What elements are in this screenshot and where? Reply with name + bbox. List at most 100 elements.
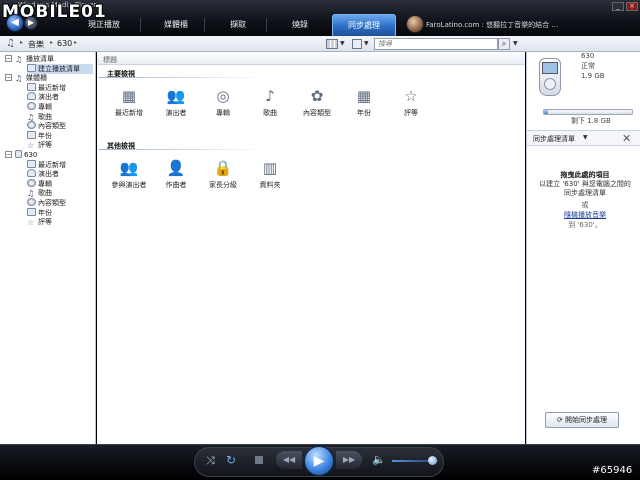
collapse-toggle-icon[interactable]: − [5, 151, 12, 158]
chevron-down-icon[interactable]: ▼ [364, 40, 369, 47]
clear-list-icon[interactable]: ✕ [622, 132, 631, 145]
view-tile[interactable]: ✿ 內容類型 [293, 86, 341, 122]
repeat-icon[interactable]: ↻ [226, 453, 236, 467]
section-divider [99, 77, 267, 78]
tree-item[interactable]: ☆ 評等 [27, 217, 93, 227]
tree-item[interactable]: 內容類型 [27, 121, 93, 131]
tree-item[interactable]: 演出者 [27, 92, 93, 102]
back-button[interactable]: ◀ [6, 14, 24, 32]
chevron-down-icon[interactable]: ▼ [583, 134, 588, 141]
tab-rip[interactable]: 擷取 [206, 14, 270, 36]
minimize-button[interactable]: _ [612, 2, 624, 11]
stop-button[interactable] [255, 456, 263, 464]
breadcrumb-device[interactable]: 630 [57, 39, 72, 48]
view-tile-label: 專輯 [216, 109, 230, 117]
tree-item-label: 歌曲 [38, 112, 52, 121]
tree-item[interactable]: ☆ 評等 [27, 140, 93, 150]
column-header[interactable]: 標題 [97, 54, 525, 65]
view-tile[interactable]: ▦ 年份 [340, 86, 388, 122]
tab-sync[interactable]: 同步處理 [332, 14, 396, 36]
start-sync-button[interactable]: ⟳ 開始同步處理 [545, 412, 619, 428]
device-capacity: 1.9 GB [581, 72, 605, 80]
forward-button[interactable]: ▶ [24, 16, 38, 30]
search-icon[interactable]: ⌕ [498, 38, 510, 50]
tree-item[interactable]: ♫ 歌曲 [27, 112, 93, 122]
shuffle-target-text: 到 '630'。 [568, 221, 602, 229]
chevron-right-icon[interactable]: ▸ [50, 39, 53, 46]
view-tile[interactable]: ◎ 專輯 [199, 86, 247, 122]
tab-burn[interactable]: 燒錄 [268, 14, 332, 36]
tab-online-store[interactable]: FaroLatino.com : 悠聽拉丁音樂的結合 ... [404, 14, 584, 36]
view-tile[interactable]: ☆ 評等 [387, 86, 435, 122]
parental-rating-icon: 🔒 [213, 159, 233, 177]
section-divider [99, 149, 267, 150]
playlist-icon [27, 63, 36, 72]
view-tile[interactable]: 🔒 家長分級 [199, 158, 247, 194]
disc-icon [27, 102, 36, 110]
shuffle-icon[interactable]: ⤨ [206, 454, 215, 468]
view-tile[interactable]: 👥 演出者 [152, 86, 200, 122]
calendar-icon: ▦ [121, 87, 137, 105]
tree-item-label: 專輯 [38, 103, 52, 111]
navigation-pane: − ♫ 播放清單 建立播放清單 − ♫ 媒體櫃 最近新增 演出者 專輯 ♫ 歌曲 內容類型 年份 ☆ 評等 −6… [0, 52, 96, 444]
contributing-artist-icon: 👥 [119, 159, 139, 177]
grid-icon [27, 207, 36, 216]
or-text: 或 [581, 201, 589, 209]
tree-item[interactable]: ♫ 歌曲 [27, 188, 93, 198]
tree-item-label: 內容類型 [38, 199, 66, 207]
breadcrumb-music[interactable]: 音樂 [28, 39, 44, 50]
view-tile-label: 家長分級 [209, 181, 237, 189]
music-category-icon[interactable]: ♫ [6, 38, 15, 49]
tree-item[interactable]: − 630 [5, 150, 93, 160]
note-icon: ♫ [27, 189, 35, 199]
play-button[interactable]: ▶ [304, 446, 334, 476]
volume-icon[interactable]: 🔈 [372, 453, 386, 466]
tree-item-label: 最近新增 [38, 83, 66, 92]
tab-now-playing[interactable]: 現正播放 [72, 14, 136, 36]
tree-item[interactable]: 年份 [27, 207, 93, 218]
view-tile[interactable]: 👤 作曲者 [152, 158, 200, 194]
chevron-down-icon[interactable]: ▼ [340, 40, 345, 47]
view-tile[interactable]: ♪ 歌曲 [246, 86, 294, 122]
tree-item-label: 最近新增 [38, 160, 66, 169]
layout-options-icon[interactable] [352, 39, 362, 49]
view-tile[interactable]: ▦ 最近新增 [105, 86, 153, 122]
tree-item[interactable]: 專輯 [27, 178, 93, 189]
tree-item[interactable]: − ♫ 媒體櫃 [5, 73, 93, 83]
transport-bar: ⤨ ↻ ◀◀ ▶ ▶▶ 🔈 [0, 444, 640, 480]
chevron-right-icon[interactable]: ▸ [20, 39, 23, 46]
view-tile-label: 參與演出者 [111, 181, 147, 189]
chevron-down-icon[interactable]: ▼ [513, 40, 518, 47]
view-options-icon[interactable] [326, 39, 338, 49]
watermark-number: #65946 [592, 465, 633, 476]
tree-item[interactable]: 年份 [27, 130, 93, 141]
view-tile[interactable]: 👥 參與演出者 [105, 158, 153, 194]
disc-icon [27, 198, 36, 206]
view-tile-label: 最近新增 [115, 109, 143, 117]
chevron-right-icon[interactable]: ▸ [74, 39, 77, 46]
tree-item[interactable]: 專輯 [27, 102, 93, 112]
start-sync-label: 開始同步處理 [565, 416, 608, 424]
previous-button[interactable]: ◀◀ [276, 451, 302, 469]
tree-item[interactable]: 建立播放清單 [27, 63, 93, 74]
volume-slider-knob[interactable] [428, 456, 437, 465]
tree-item[interactable]: 最近新增 [27, 82, 93, 93]
tree-item[interactable]: 演出者 [27, 169, 93, 179]
tree-item[interactable]: 內容類型 [27, 198, 93, 208]
tree-item[interactable]: 最近新增 [27, 159, 93, 170]
shuffle-music-link[interactable]: 隨機播放音樂 [537, 210, 633, 220]
device-screen [542, 62, 558, 74]
collapse-toggle-icon[interactable]: − [5, 55, 12, 62]
next-button[interactable]: ▶▶ [336, 451, 362, 469]
close-button[interactable]: × [626, 2, 638, 11]
search-input[interactable] [374, 38, 498, 50]
tree-item[interactable]: − ♫ 播放清單 [5, 54, 93, 64]
sync-list-title[interactable]: 同步處理清單 [533, 134, 575, 144]
artist-icon: 👥 [166, 87, 186, 105]
tree-item-label: 歌曲 [38, 189, 52, 198]
column-title[interactable]: 標題 [103, 55, 117, 65]
view-tile[interactable]: ▥ 資料夾 [246, 158, 294, 194]
collapse-toggle-icon[interactable]: − [5, 74, 12, 82]
tab-separator [266, 18, 267, 32]
tab-library[interactable]: 媒體櫃 [144, 14, 208, 36]
